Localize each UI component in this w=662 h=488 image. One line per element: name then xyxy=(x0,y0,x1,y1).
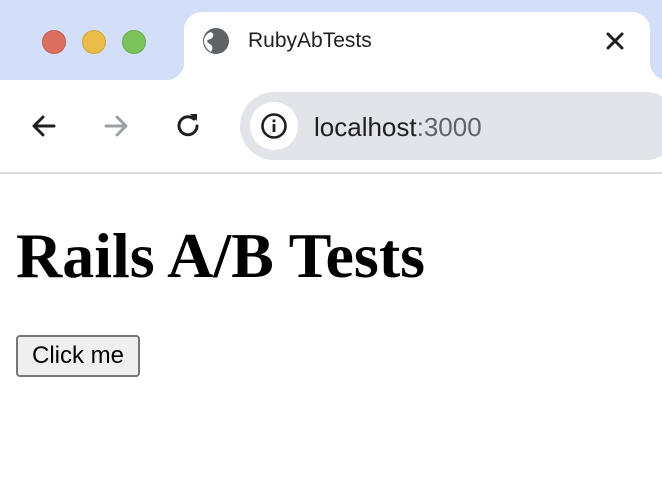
arrow-left-icon[interactable] xyxy=(28,110,60,142)
tab-rubyabtests[interactable]: RubyAbTests xyxy=(184,12,650,82)
page-title: Rails A/B Tests xyxy=(16,220,426,291)
reload-icon[interactable] xyxy=(172,110,204,142)
tab-curve-left xyxy=(166,62,184,80)
arrow-right-icon[interactable] xyxy=(100,110,132,142)
url-host: localhost xyxy=(314,112,417,142)
url-port: :3000 xyxy=(416,112,482,142)
close-window-button[interactable] xyxy=(42,30,66,54)
tab-curve-right xyxy=(650,62,662,80)
address-url: localhost:3000 xyxy=(314,112,482,142)
tab-strip: RubyAbTests xyxy=(0,0,662,82)
browser-toolbar: localhost:3000 xyxy=(0,80,662,172)
page-content: Rails A/B Tests Click me xyxy=(0,174,662,488)
site-info-button[interactable] xyxy=(250,102,298,150)
address-bar[interactable]: localhost:3000 xyxy=(240,92,662,160)
globe-icon xyxy=(202,27,230,55)
tab-title: RubyAbTests xyxy=(248,29,372,52)
maximize-window-button[interactable] xyxy=(122,30,146,54)
close-icon[interactable] xyxy=(602,28,628,54)
browser-window: RubyAbTests localhost:3000 Rails A/B Tes… xyxy=(0,0,662,488)
minimize-window-button[interactable] xyxy=(82,30,106,54)
click-me-button[interactable]: Click me xyxy=(16,335,141,377)
info-icon xyxy=(261,113,287,139)
